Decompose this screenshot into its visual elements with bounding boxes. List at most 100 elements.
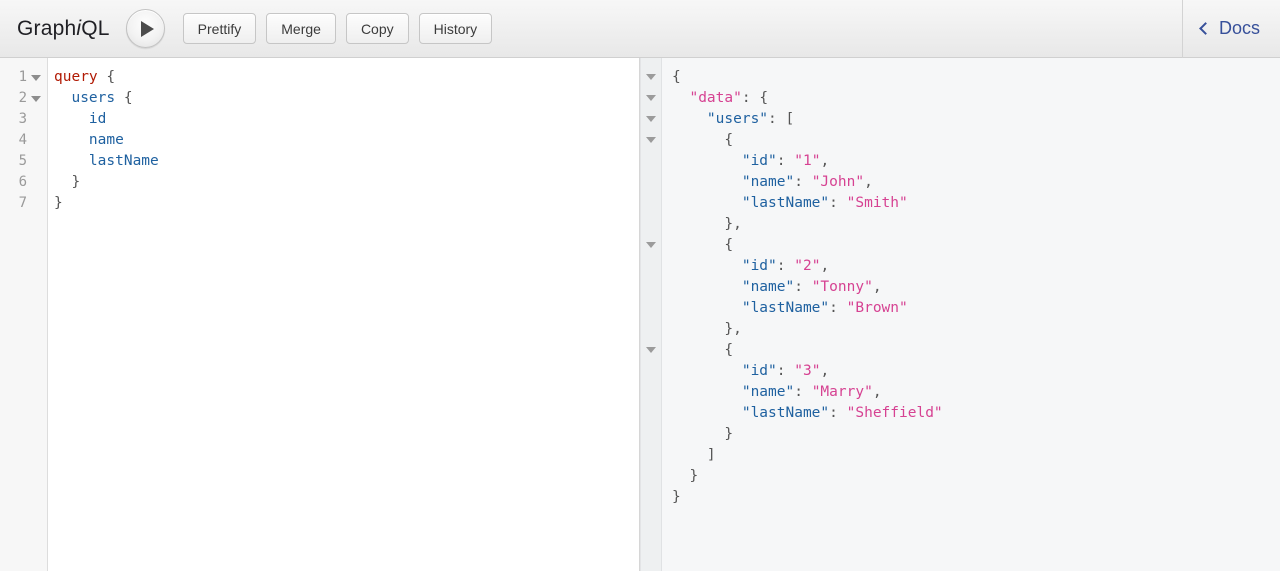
result-code-line: ] xyxy=(672,445,1280,466)
history-button[interactable]: History xyxy=(418,13,493,44)
code-token: "Marry" xyxy=(811,384,873,400)
code-token: , xyxy=(820,258,830,274)
result-fold-caret-icon[interactable] xyxy=(646,347,656,353)
result-code-line: "id": "2", xyxy=(672,256,1280,277)
editor-panes: 1 2 3 4 5 6 7 query { users { id name lastName… xyxy=(0,58,1280,571)
code-token: , xyxy=(820,153,830,169)
code-token: "name" xyxy=(741,279,795,295)
code-token: id xyxy=(88,111,107,127)
result-fold-caret-icon[interactable] xyxy=(646,74,656,80)
line-number: 6 xyxy=(18,174,27,190)
line-number: 4 xyxy=(18,132,27,148)
code-token: "John" xyxy=(811,174,865,190)
line-number: 1 xyxy=(18,69,27,85)
code-token: "id" xyxy=(741,363,777,379)
result-code-line: }, xyxy=(672,214,1280,235)
result-viewer-pane: { "data": { "users": [ { "id": "1", "nam… xyxy=(640,58,1280,571)
code-token: query xyxy=(54,69,98,85)
logo-suffix: QL xyxy=(81,16,110,40)
code-token: "Sheffield" xyxy=(846,405,943,421)
query-code-line: } xyxy=(54,172,639,193)
code-token: : { xyxy=(741,90,769,106)
code-token: users xyxy=(71,90,116,106)
code-token: : xyxy=(794,174,812,190)
code-token: lastName xyxy=(88,153,159,169)
query-code-line: name xyxy=(54,130,639,151)
fold-caret-icon[interactable] xyxy=(31,95,41,102)
execute-query-button[interactable] xyxy=(125,9,165,48)
result-code-line: }, xyxy=(672,319,1280,340)
query-gutter-row: 6 xyxy=(0,172,47,193)
chevron-left-icon xyxy=(1199,22,1212,35)
result-code-line: "lastName": "Brown" xyxy=(672,298,1280,319)
code-token: } xyxy=(672,468,699,484)
code-token: : xyxy=(794,384,812,400)
code-token: : xyxy=(829,300,847,316)
docs-label: Docs xyxy=(1218,18,1260,38)
code-token: } xyxy=(71,174,81,190)
result-code-line: "lastName": "Sheffield" xyxy=(672,403,1280,424)
query-code-line: lastName xyxy=(54,151,639,172)
result-fold-caret-icon[interactable] xyxy=(646,137,656,143)
code-token: { xyxy=(672,342,734,358)
code-token: { xyxy=(123,90,133,106)
code-token: } xyxy=(54,195,63,211)
result-fold-caret-icon[interactable] xyxy=(646,95,656,101)
query-code-line: id xyxy=(54,109,639,130)
code-token: : xyxy=(829,195,847,211)
query-gutter-row: 3 xyxy=(0,109,47,130)
code-token: ] xyxy=(672,447,716,463)
result-code-line: { xyxy=(672,340,1280,361)
result-code-line: "id": "1", xyxy=(672,151,1280,172)
result-code-line: "name": "John", xyxy=(672,172,1280,193)
result-code-line: { xyxy=(672,130,1280,151)
code-token: : xyxy=(776,153,795,169)
play-icon xyxy=(140,20,154,37)
result-code-line: "lastName": "Smith" xyxy=(672,193,1280,214)
code-token: : xyxy=(829,405,847,421)
query-gutter-row: 7 xyxy=(0,193,47,214)
fold-caret-icon[interactable] xyxy=(31,74,41,81)
graphiql-logo: GraphiQL xyxy=(0,17,124,41)
code-token: , xyxy=(820,363,830,379)
copy-button[interactable]: Copy xyxy=(345,13,409,44)
result-fold-caret-icon[interactable] xyxy=(646,116,656,122)
code-token: { xyxy=(672,132,734,148)
result-fold-caret-icon[interactable] xyxy=(646,242,656,248)
result-code-line: "data": { xyxy=(672,88,1280,109)
query-editor[interactable]: query { users { id name lastName }} xyxy=(48,58,639,571)
code-token: "name" xyxy=(741,384,795,400)
query-gutter-row: 2 xyxy=(0,88,47,109)
code-token: } xyxy=(672,489,681,505)
query-gutter-row: 1 xyxy=(0,67,47,88)
docs-toggle-button[interactable]: Docs xyxy=(1183,0,1280,58)
code-token: : xyxy=(776,258,795,274)
code-token: , xyxy=(872,279,882,295)
code-token: , xyxy=(872,384,882,400)
code-token: "Brown" xyxy=(846,300,908,316)
result-code-line: { xyxy=(672,67,1280,88)
prettify-button[interactable]: Prettify xyxy=(182,13,257,44)
merge-button[interactable]: Merge xyxy=(266,13,336,44)
code-token: , xyxy=(864,174,873,190)
code-token: "id" xyxy=(741,258,777,274)
code-token: "lastName" xyxy=(741,405,830,421)
code-token: "lastName" xyxy=(741,300,830,316)
query-code-line: users { xyxy=(54,88,639,109)
code-token: "id" xyxy=(741,153,777,169)
query-gutter-row: 5 xyxy=(0,151,47,172)
result-code-line: { xyxy=(672,235,1280,256)
code-token: : xyxy=(794,279,812,295)
